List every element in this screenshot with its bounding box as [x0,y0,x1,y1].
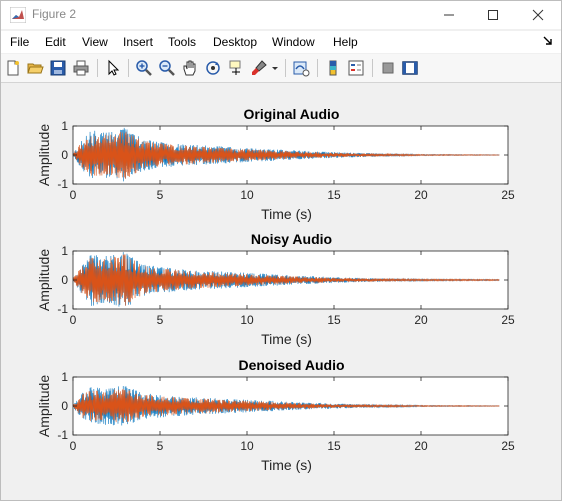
zoom-out-icon [159,60,175,76]
plot-title: Noisy Audio [251,231,332,247]
zoom-out-button[interactable] [157,58,177,78]
rotate-3d-button[interactable] [203,58,223,78]
show-plot-tools-icon [402,61,418,75]
x-tick-label: 15 [327,313,341,327]
x-axis-label: Time (s) [261,206,312,222]
title-bar[interactable]: Figure 2 [1,1,561,29]
link-plot-icon [293,61,310,77]
menu-window[interactable]: Window [272,35,315,49]
legend-button[interactable] [346,58,366,78]
pointer-icon [108,59,120,76]
y-tick-label: -1 [57,428,68,442]
y-tick-label: 0 [61,148,68,162]
brush-dropdown[interactable] [269,58,281,78]
minimize-button[interactable] [426,1,472,29]
toolbar-separator [128,59,129,77]
x-tick-label: 10 [240,439,254,453]
brush-button[interactable] [249,58,269,78]
rotate-3d-icon [206,61,220,75]
colorbar-icon [329,60,337,76]
pan-button[interactable] [180,58,200,78]
zoom-in-icon [136,60,152,76]
pan-icon [183,60,196,76]
print-icon [73,60,89,76]
subplot-2: 0 5 10 15 20 25-101Noisy AudioTime (s)Amplitu… [36,231,515,347]
new-figure-icon [7,60,19,76]
x-tick-label: 25 [501,439,515,453]
x-tick-label: 15 [327,188,341,202]
menu-tools[interactable]: Tools [168,35,196,49]
show-plot-tools-button[interactable] [400,58,420,78]
menu-help[interactable]: Help [333,35,358,49]
subplot-3: 0 5 10 15 20 25-101Denoised AudioTime (s)Ampl… [36,357,515,473]
toolbar-separator [317,59,318,77]
y-axis-label: Amplitude [36,124,52,186]
toolbar-separator [372,59,373,77]
x-tick-label: 20 [414,313,428,327]
hide-plot-tools-button[interactable] [378,58,398,78]
x-tick-label: 25 [501,313,515,327]
plot-title: Original Audio [244,106,340,122]
hide-plot-tools-icon [382,62,394,74]
y-tick-label: 0 [61,273,68,287]
save-button[interactable] [48,58,68,78]
y-tick-label: 1 [61,370,68,384]
y-axis-label: Amplitude [36,249,52,311]
maximize-icon [488,10,498,20]
plot-title: Denoised Audio [238,357,344,373]
zoom-in-button[interactable] [134,58,154,78]
close-button[interactable] [515,1,561,29]
menu-bar: File Edit View Insert Tools Desktop Wind… [1,31,561,53]
open-button[interactable] [25,58,45,78]
y-tick-label: 1 [61,119,68,133]
open-icon [27,63,44,74]
matlab-logo-icon [10,7,26,23]
y-tick-label: -1 [57,177,68,191]
x-tick-label: 25 [501,188,515,202]
brush-icon [252,60,267,75]
toolbar-separator [285,59,286,77]
close-icon [532,9,544,21]
y-tick-label: -1 [57,302,68,316]
figure-toolbar [1,54,561,83]
y-tick-label: 1 [61,244,68,258]
new-figure-button[interactable] [3,58,23,78]
y-axis-label: Amplitude [36,375,52,437]
x-tick-label: 0 [70,439,77,453]
x-tick-label: 5 [157,313,164,327]
toolbar-separator [97,59,98,77]
data-cursor-button[interactable] [226,58,246,78]
x-tick-label: 10 [240,313,254,327]
x-tick-label: 10 [240,188,254,202]
x-tick-label: 0 [70,313,77,327]
menu-insert[interactable]: Insert [123,35,153,49]
save-icon [50,60,66,76]
menu-edit[interactable]: Edit [45,35,66,49]
data-cursor-icon [229,60,241,75]
x-tick-label: 20 [414,188,428,202]
link-plot-button[interactable] [291,58,311,78]
colorbar-button[interactable] [323,58,343,78]
x-tick-label: 0 [70,188,77,202]
legend-icon [348,60,364,76]
menu-view[interactable]: View [82,35,108,49]
x-tick-label: 15 [327,439,341,453]
x-tick-label: 5 [157,188,164,202]
x-axis-label: Time (s) [261,331,312,347]
maximize-button[interactable] [470,1,516,29]
x-tick-label: 5 [157,439,164,453]
figure-canvas: 0 5 10 15 20 25-101Original AudioTime (s)Ampl… [36,106,515,473]
y-tick-label: 0 [61,399,68,413]
chevron-down-icon [272,67,278,70]
x-tick-label: 20 [414,439,428,453]
window-title: Figure 2 [32,7,77,21]
x-axis-label: Time (s) [261,457,312,473]
dock-arrow-icon[interactable] [543,36,553,46]
menu-file[interactable]: File [10,35,29,49]
pointer-button[interactable] [103,58,123,78]
subplot-1: 0 5 10 15 20 25-101Original AudioTime (s)Ampl… [36,106,515,222]
print-button[interactable] [71,58,91,78]
minimize-icon [444,14,454,16]
menu-desktop[interactable]: Desktop [213,35,257,49]
